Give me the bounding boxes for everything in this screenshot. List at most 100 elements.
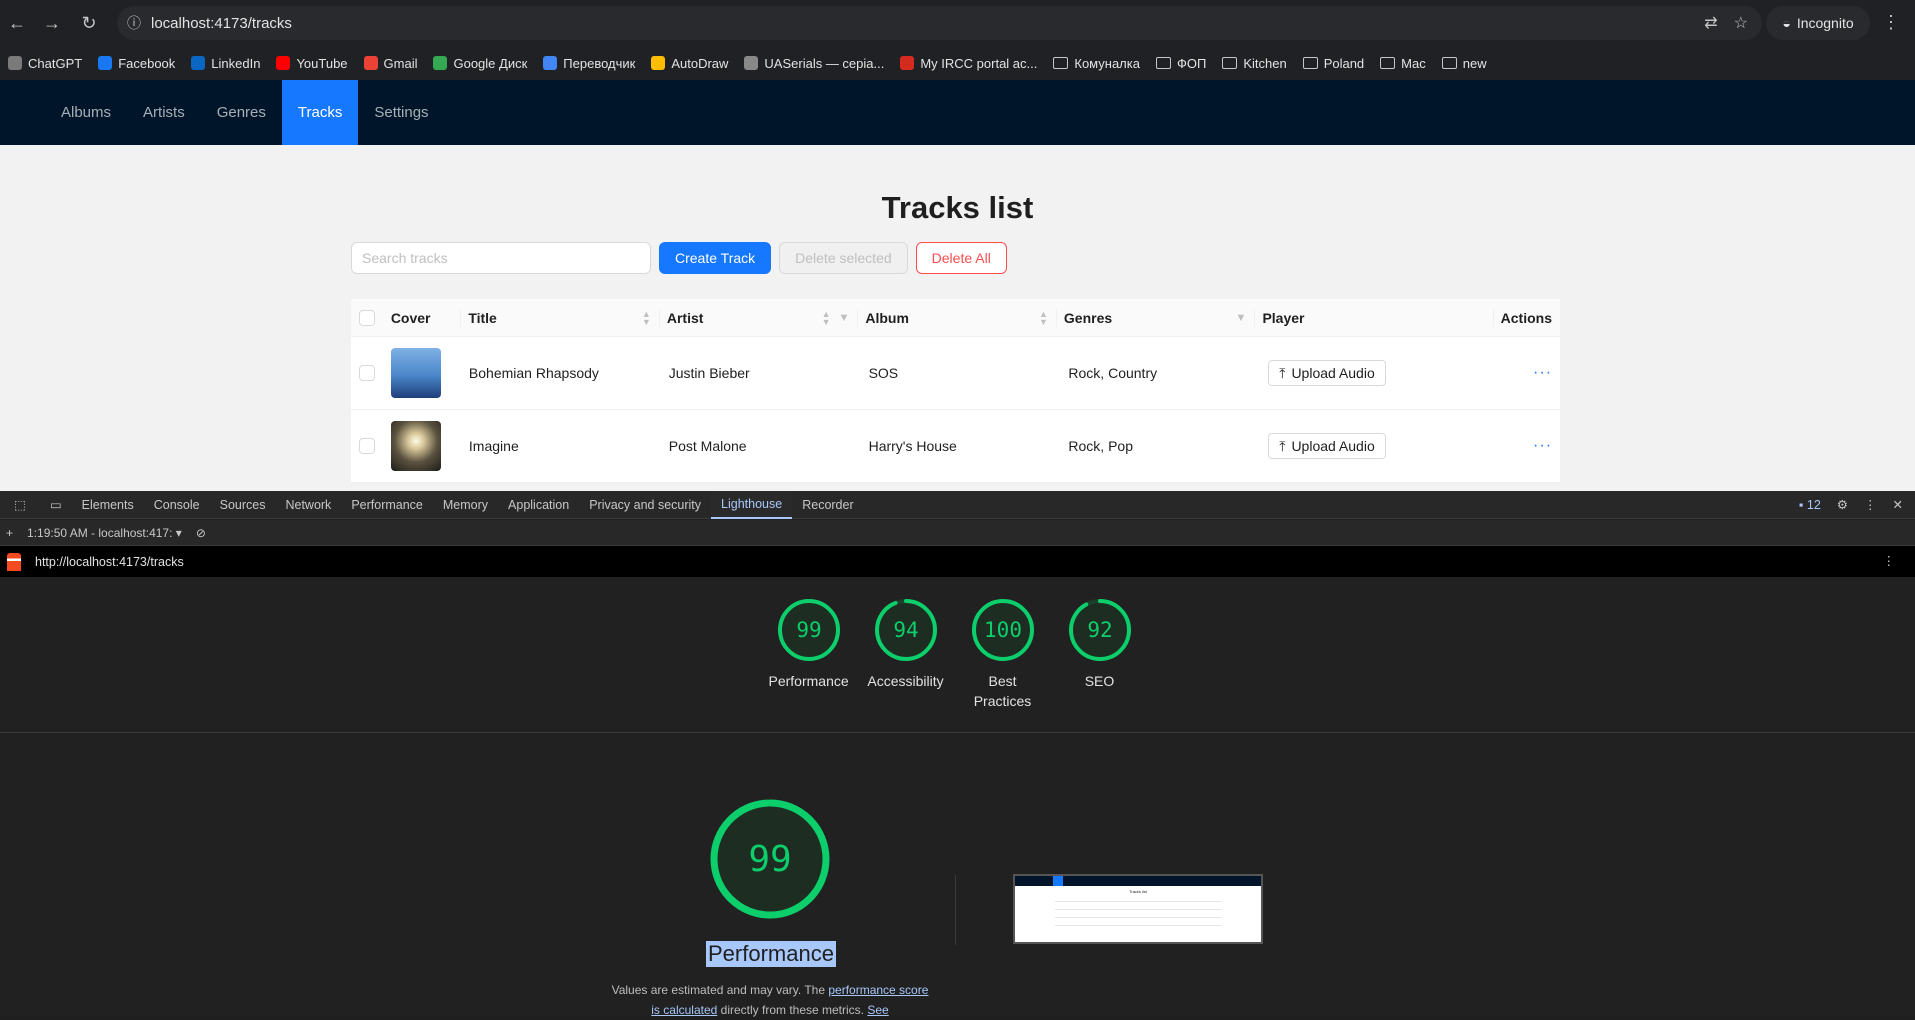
score-gauge[interactable]: 99 Performance [760,597,857,711]
incognito-badge[interactable]: ◒ Incognito [1766,6,1870,40]
track-album: SOS [868,365,899,381]
bookmark-label: ФОП [1176,55,1207,71]
bookmark-star-icon[interactable]: ☆ [1734,13,1748,33]
bookmark-item[interactable]: Переводчик [543,56,635,71]
gauge-label: Performance [768,673,849,689]
issues-counter[interactable]: ▪ 12 [1799,498,1821,512]
bookmark-item[interactable]: UASerials — серіа... [744,56,884,71]
bookmark-item[interactable]: new [1441,56,1487,71]
clear-reports-icon[interactable]: ⊘ [196,526,206,540]
search-input[interactable] [351,242,651,274]
devtools-menu-icon[interactable]: ⋮ [1864,497,1877,512]
reload-icon[interactable]: ↻ [72,6,106,40]
score-gauge[interactable]: 92 SEO [1051,597,1148,711]
bookmark-item[interactable]: Mac [1380,56,1426,71]
score-gauge[interactable]: 94 Accessibility [857,597,954,711]
inspect-element-icon[interactable]: ⬚ [4,491,36,519]
row-checkbox[interactable] [359,365,375,381]
cover-image [390,421,441,471]
device-toolbar-icon[interactable]: ▭ [40,491,72,519]
bookmark-item[interactable]: AutoDraw [651,56,728,71]
filter-icon[interactable]: ▼ [1236,312,1247,324]
devtools-tab-lighthouse[interactable]: Lighthouse [711,490,793,519]
row-checkbox[interactable] [359,438,375,454]
gauge-score: 99 [796,618,821,642]
score-gauge[interactable]: 100 Best Practices [954,597,1051,711]
devtools-tab-privacy-and-security[interactable]: Privacy and security [579,491,711,519]
devtools-close-icon[interactable]: ✕ [1893,497,1903,512]
nav-tab-artists[interactable]: Artists [127,80,201,145]
delete-all-button[interactable]: Delete All [915,242,1007,274]
bookmark-item[interactable]: ФОП [1155,55,1207,71]
column-genres[interactable]: Genres ▼ [1055,299,1255,336]
folder-icon [1441,57,1457,69]
gauge-ring: 99 [777,599,840,661]
forward-arrow-icon[interactable]: → [35,6,69,40]
report-select[interactable]: 1:19:50 AM - localhost:417: ▾ [27,526,182,540]
page-title: Tracks list [881,190,1034,225]
performance-gauge-large: 99 [710,799,830,919]
gauge-ring: 100 [971,599,1034,661]
bookmark-item[interactable]: Kitchen [1222,56,1287,71]
folder-icon [1155,57,1171,69]
devtools-tab-memory[interactable]: Memory [433,491,498,519]
devtools-tab-network[interactable]: Network [275,491,341,519]
delete-selected-button[interactable]: Delete selected [779,242,908,274]
gauge-score: 100 [984,618,1022,642]
more-actions-icon[interactable]: ··· [1508,364,1552,382]
page-screenshot-thumbnail[interactable]: Tracks list [1013,874,1263,944]
nav-tab-settings[interactable]: Settings [358,80,444,145]
bookmark-item[interactable]: Комуналка [1053,56,1140,71]
devtools-tab-sources[interactable]: Sources [210,491,276,519]
nav-tab-albums[interactable]: Albums [45,80,127,145]
nav-tab-genres[interactable]: Genres [201,80,282,145]
devtools-tab-performance[interactable]: Performance [341,491,433,519]
devtools-tabbar: ⬚ ▭ Elements Console Sources Network Perform… [0,490,1915,519]
devtools-tab-application[interactable]: Application [498,491,579,519]
devtools-tab-recorder[interactable]: Recorder [792,491,863,519]
bookmark-item[interactable]: My IRCC portal ac... [900,56,1037,71]
sort-icon[interactable]: ▲ ▼ [822,309,831,326]
address-url[interactable]: localhost:4173/tracks [151,15,292,32]
browser-menu-icon[interactable]: ⋮ [1882,12,1900,33]
report-url[interactable]: http://localhost:4173/tracks [35,555,184,569]
sort-icon[interactable]: ▲ ▼ [642,309,651,326]
bookmark-item[interactable]: LinkedIn [191,56,260,71]
bookmark-item[interactable]: Facebook [98,56,175,71]
incognito-label: Incognito [1796,15,1854,31]
select-all-checkbox[interactable] [359,309,375,326]
back-arrow-icon[interactable]: ← [0,6,34,40]
favicon-icon [744,56,759,70]
column-title[interactable]: Title ▲ ▼ [460,299,659,336]
bookmark-item[interactable]: YouTube [276,56,348,71]
site-info-icon[interactable]: ⓘ [117,13,151,33]
gauge-score: 94 [893,618,918,642]
bookmark-item[interactable]: ChatGPT [8,56,82,71]
folder-icon [1380,57,1396,69]
column-album-label: Album [865,309,909,326]
track-title: Bohemian Rhapsody [468,365,599,381]
bookmark-item[interactable]: Poland [1302,56,1364,71]
bookmark-item[interactable]: Gmail [363,56,417,71]
lighthouse-logo-icon [7,553,21,571]
favicon-icon [543,56,558,70]
devtools-tab-elements[interactable]: Elements [72,491,144,519]
address-bar[interactable]: ⓘ localhost:4173/tracks ⇄ ☆ [117,6,1762,40]
new-report-icon[interactable]: + [6,526,13,540]
more-actions-icon[interactable]: ··· [1508,437,1552,455]
devtools-settings-icon[interactable]: ⚙ [1837,497,1848,512]
filter-icon[interactable]: ▼ [838,312,849,324]
nav-tab-tracks[interactable]: Tracks [281,80,359,145]
report-menu-icon[interactable]: ⋮ [1883,553,1896,568]
translate-icon[interactable]: ⇄ [1704,13,1717,33]
bookmark-item[interactable]: Google Диск [433,56,527,71]
sort-icon[interactable]: ▲ ▼ [1039,309,1048,326]
upload-icon: ⤒ [1279,437,1286,454]
create-track-button[interactable]: Create Track [659,242,772,274]
column-album[interactable]: Album ▲ ▼ [857,299,1056,336]
track-album: Harry's House [868,438,957,454]
devtools-tab-console[interactable]: Console [144,491,210,519]
column-artist[interactable]: Artist ▲ ▼ ▼ [658,299,858,336]
upload-audio-button[interactable]: ⤒ Upload Audio [1268,360,1386,386]
upload-audio-button[interactable]: ⤒ Upload Audio [1268,433,1386,459]
